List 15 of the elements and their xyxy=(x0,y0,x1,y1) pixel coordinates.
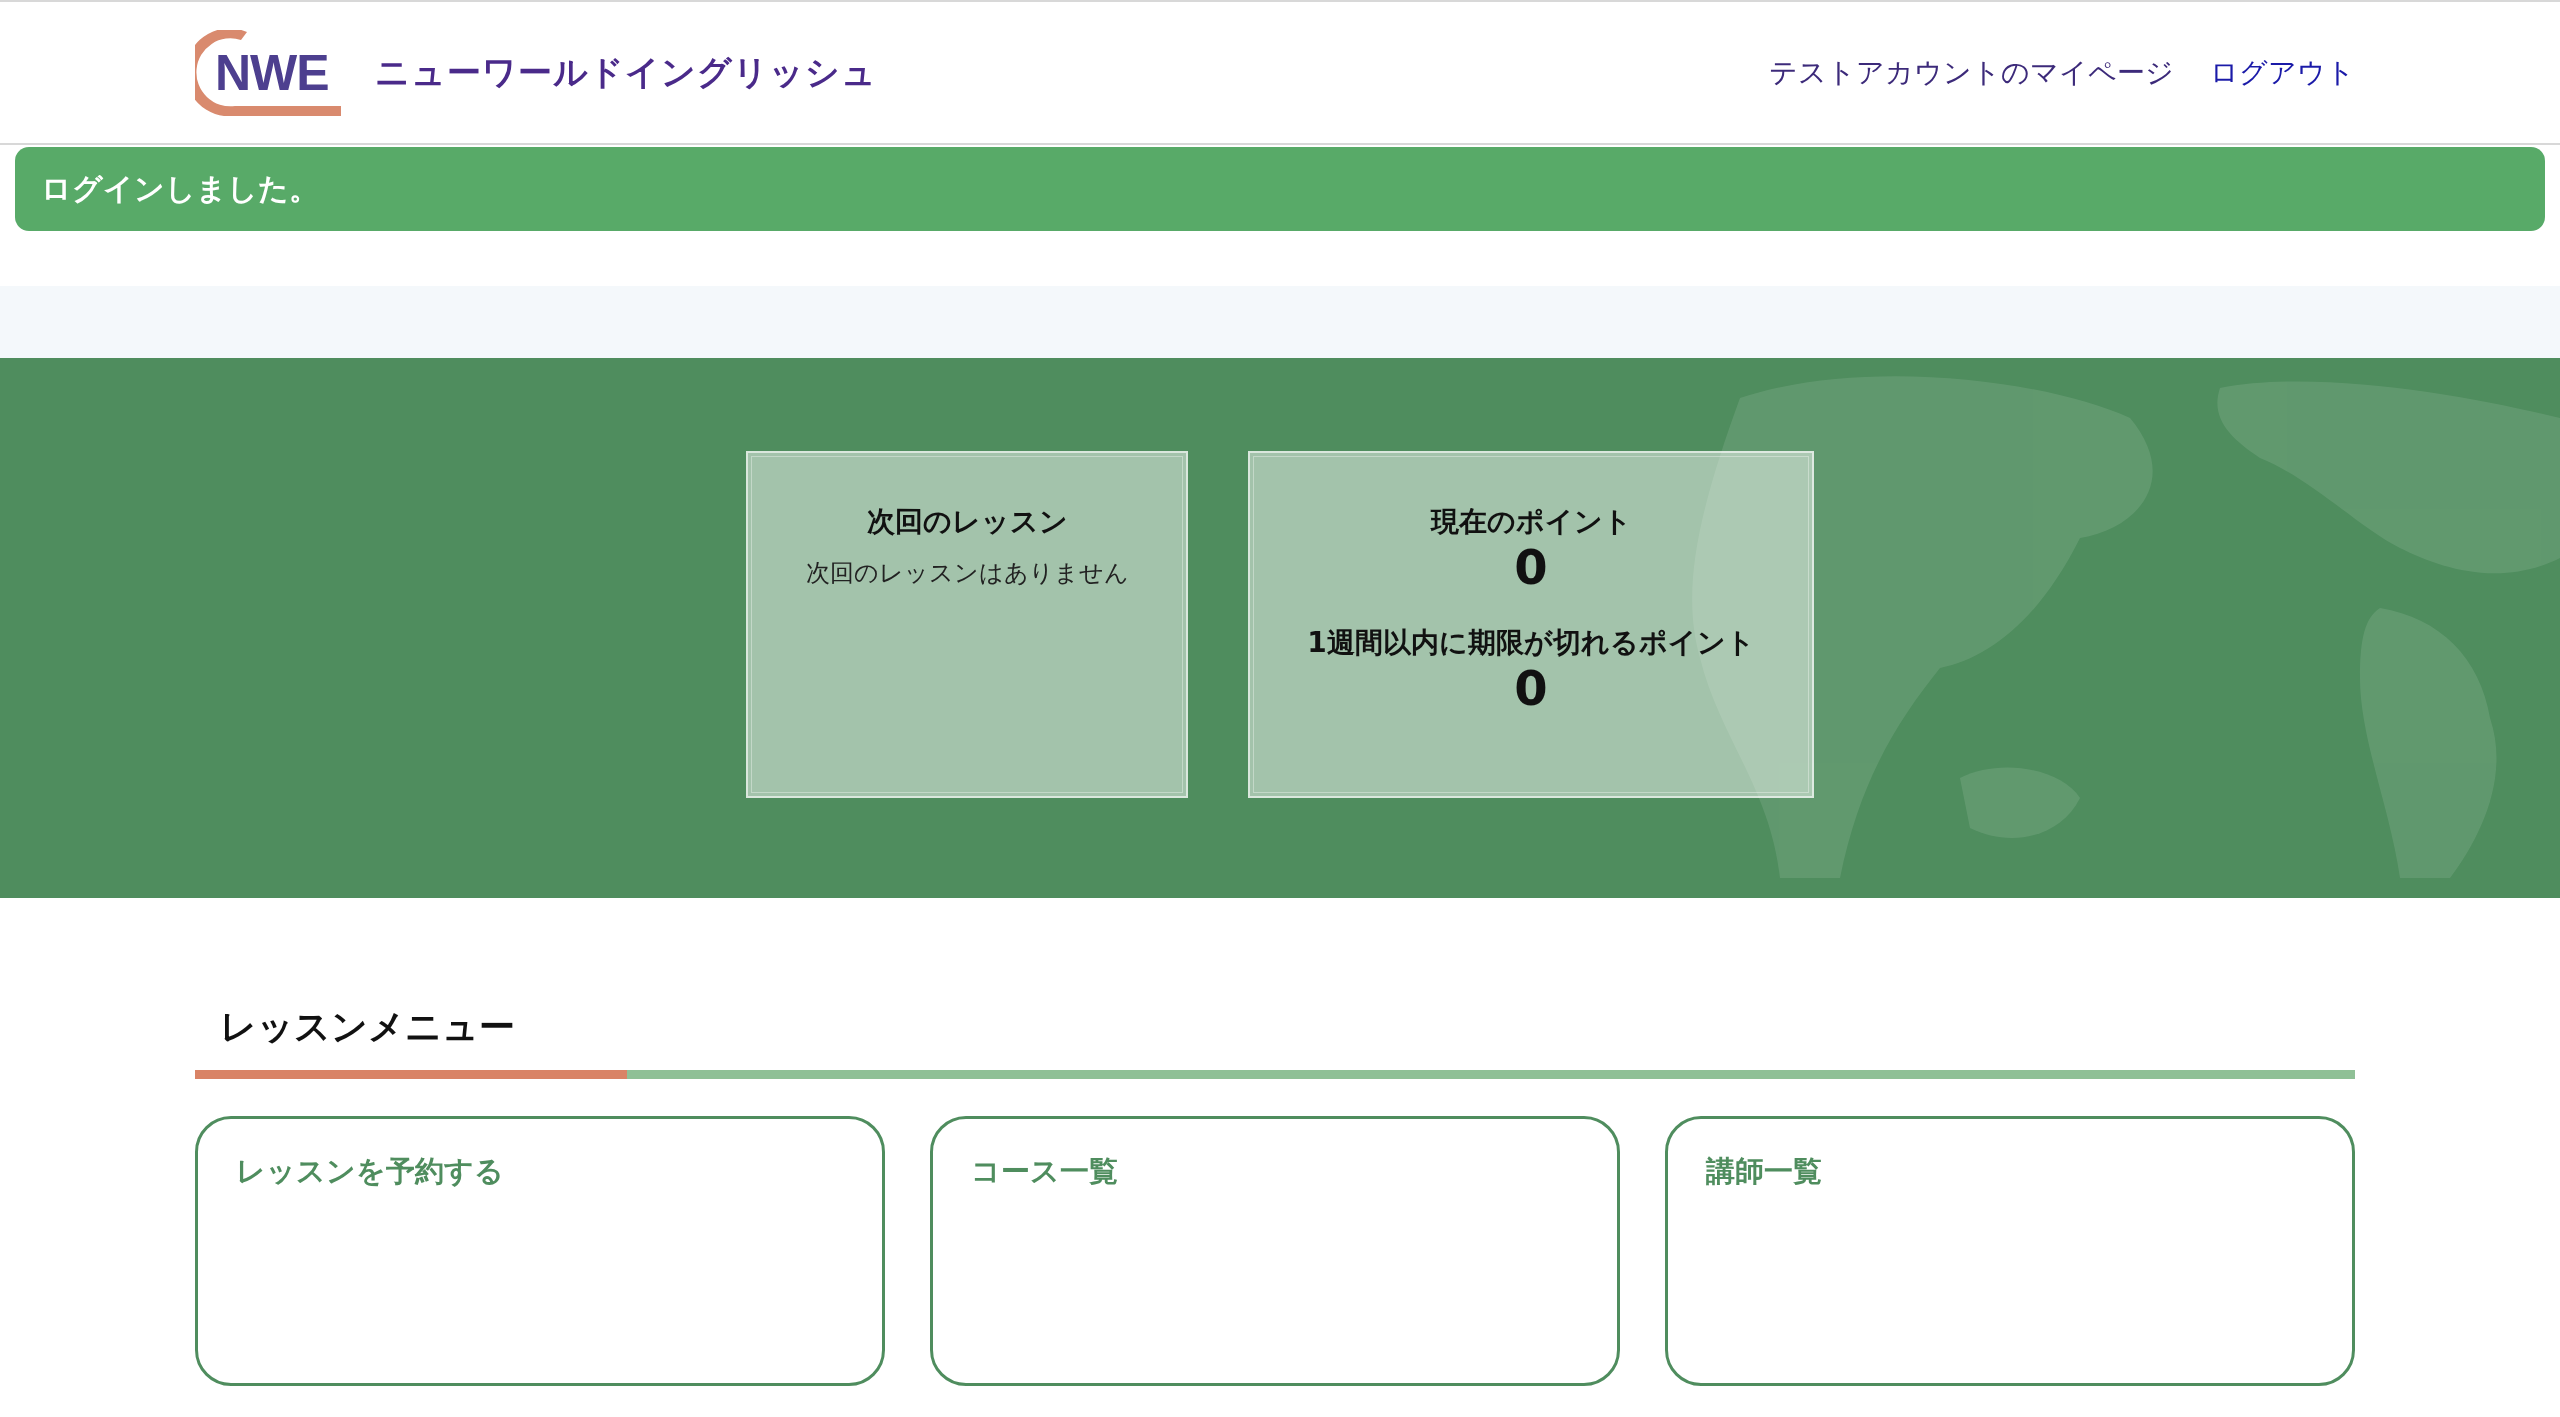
points-value: 0 xyxy=(1514,661,1548,715)
mypage-link[interactable]: テストアカウントのマイページ xyxy=(1769,53,2174,92)
menu-card[interactable]: コース一覧 xyxy=(930,1116,1620,1386)
site-logo[interactable]: NWE xyxy=(195,29,341,116)
points-value: 0 xyxy=(1514,541,1548,594)
points-label: 現在のポイント xyxy=(1430,504,1632,540)
menu-card[interactable]: レッスンを予約する xyxy=(195,1116,885,1386)
site-name[interactable]: ニューワールドイングリッシュ xyxy=(375,49,877,96)
card-text: 次回のレッスンはありません xyxy=(805,558,1129,589)
logout-link[interactable]: ログアウト xyxy=(2210,53,2355,92)
menu-card[interactable]: 講師一覧 xyxy=(1665,1116,2355,1386)
success-alert: ログインしました。 xyxy=(15,147,2545,231)
section-title: レッスンメニュー xyxy=(220,1005,516,1049)
card-title: 次回のレッスン xyxy=(866,504,1068,540)
points-label: 1週間以内に期限が切れるポイント xyxy=(1307,624,1755,661)
